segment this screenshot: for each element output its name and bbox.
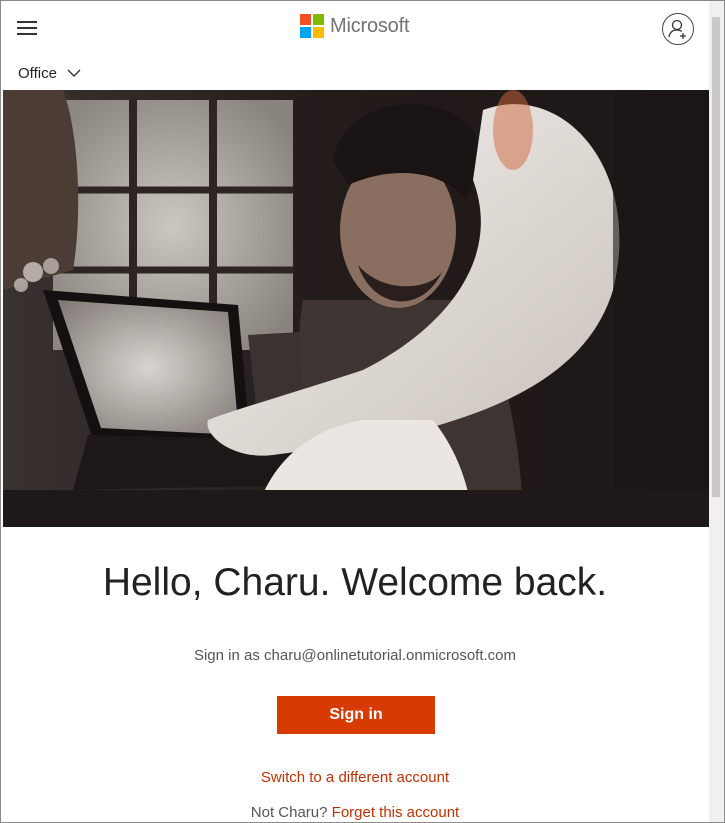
not-user-prefix: Not Charu? (250, 804, 328, 821)
account-email: charu@onlinetutorial.onmicrosoft.com (264, 647, 517, 664)
signin-as-prefix: Sign in as (193, 647, 260, 664)
switch-account-link[interactable]: Switch to a different account (1, 769, 709, 786)
product-menu[interactable]: Office (18, 65, 81, 82)
signin-as-text: Sign in as charu@onlinetutorial.onmicros… (1, 647, 709, 664)
forget-account-row: Not Charu? Forget this account (1, 804, 709, 821)
logo-square (313, 27, 324, 38)
logo-square (313, 14, 324, 25)
hero-photo (3, 90, 709, 527)
microsoft-logo-icon (300, 14, 324, 38)
scrollbar-thumb[interactable] (712, 17, 720, 497)
vertical-scrollbar[interactable] (709, 1, 724, 822)
microsoft-logo[interactable]: Microsoft (300, 13, 410, 39)
hamburger-icon[interactable] (17, 21, 37, 35)
site-header: Microsoft Office (1, 1, 709, 82)
welcome-heading: Hello, Charu. Welcome back. (102, 561, 608, 604)
sign-in-button[interactable]: Sign in (277, 696, 435, 734)
brand-name: Microsoft (330, 14, 410, 37)
logo-square (300, 27, 311, 38)
forget-account-link[interactable]: Forget this account (332, 804, 460, 821)
logo-square (300, 14, 311, 25)
browser-frame: Microsoft Office Hello, Charu. Welcome b… (0, 0, 725, 823)
add-account-icon[interactable] (662, 13, 694, 45)
chevron-down-icon (67, 69, 81, 77)
product-menu-label: Office (18, 65, 57, 82)
